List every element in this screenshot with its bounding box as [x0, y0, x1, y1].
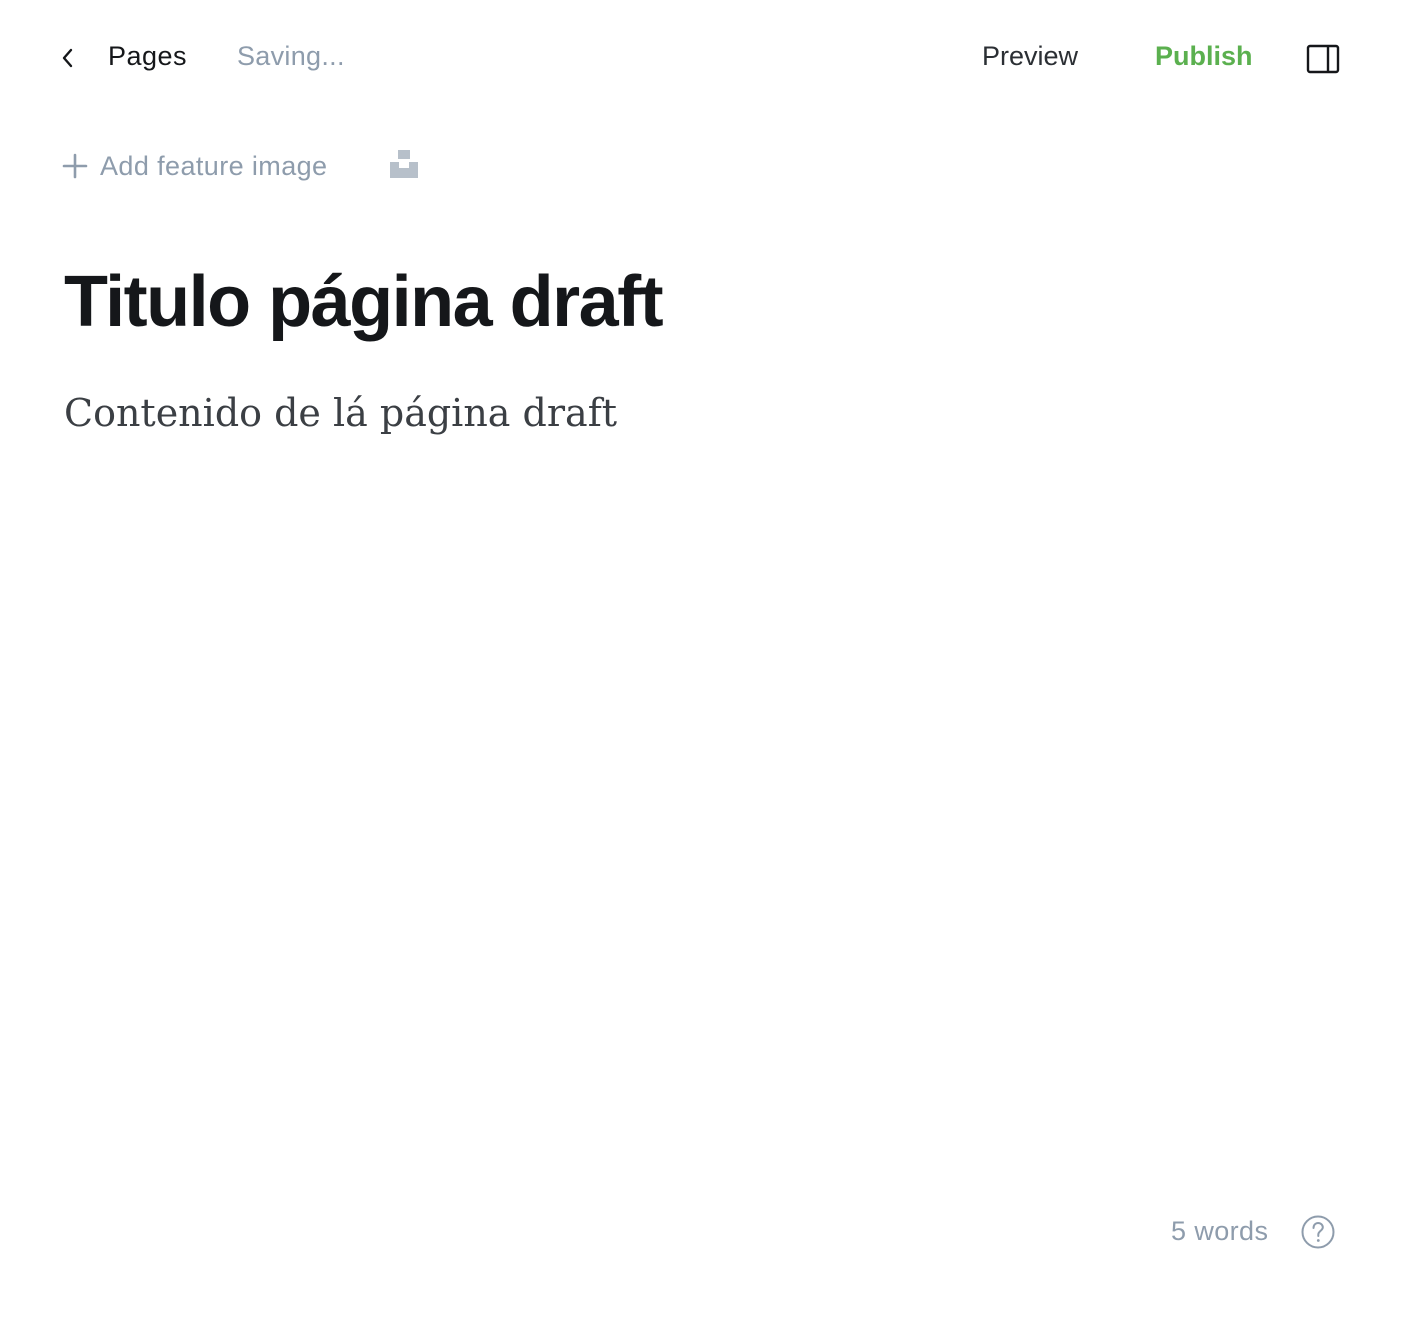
unsplash-icon: [388, 148, 420, 180]
chevron-left-icon: [60, 47, 74, 69]
add-feature-image-button[interactable]: Add feature image: [62, 146, 327, 186]
save-status: Saving...: [237, 41, 345, 71]
add-feature-image-label: Add feature image: [100, 151, 328, 181]
page-editor: Pages Saving... Preview Publish Add feat…: [0, 0, 1418, 1326]
sidebar-panel-icon: [1306, 44, 1340, 74]
post-body-editor[interactable]: Contenido de lá página draft: [64, 386, 617, 440]
settings-sidebar-toggle[interactable]: [1306, 44, 1340, 76]
help-button[interactable]: [1300, 1214, 1336, 1250]
word-count: 5 words: [1171, 1216, 1269, 1246]
editor-header: Pages Saving... Preview Publish: [0, 0, 1418, 112]
plus-icon: [62, 153, 88, 179]
unsplash-button[interactable]: [388, 148, 420, 180]
publish-button[interactable]: Publish: [1155, 38, 1253, 74]
back-button[interactable]: [52, 40, 82, 76]
help-circle-icon: [1300, 1214, 1336, 1250]
preview-button[interactable]: Preview: [982, 38, 1078, 74]
breadcrumb-pages-link[interactable]: Pages: [108, 38, 187, 74]
post-title[interactable]: Titulo página draft: [64, 256, 664, 348]
